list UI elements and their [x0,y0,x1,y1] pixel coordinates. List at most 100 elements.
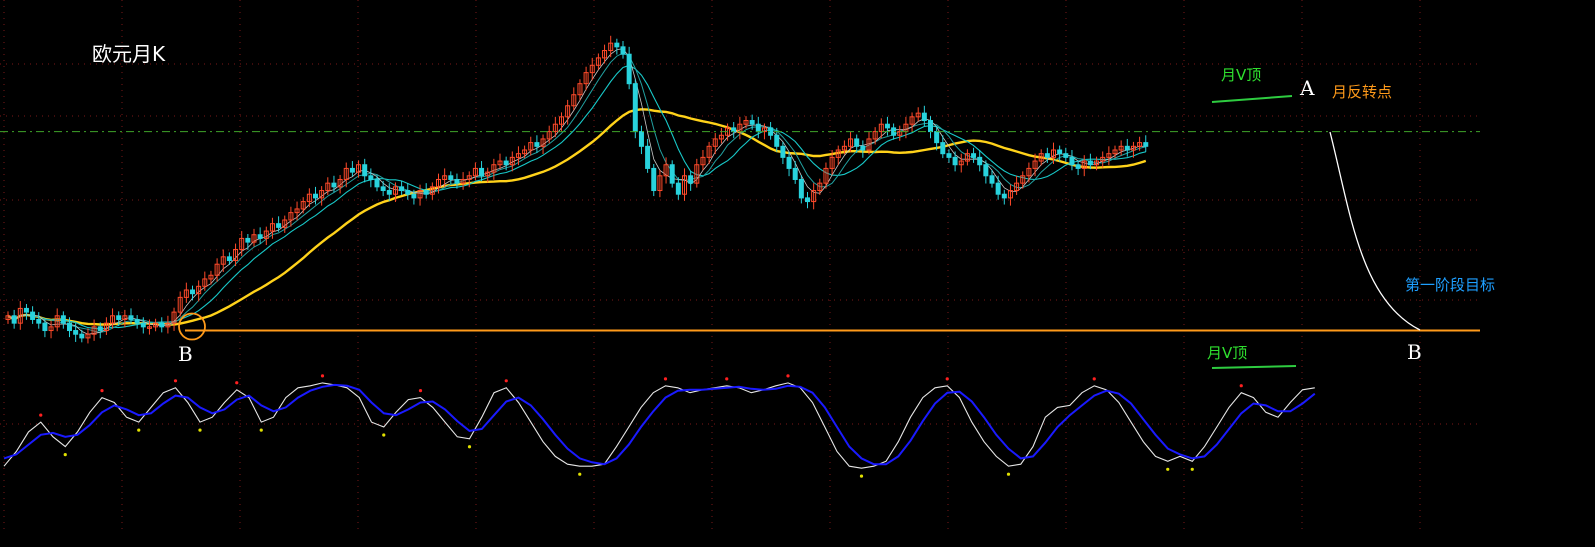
candle-down [1044,153,1050,158]
candle-down [331,182,337,188]
osc-slow-line [3,383,1316,466]
point-b-right-label: B [1407,340,1422,364]
candle-down [884,123,890,129]
candle-down [995,182,1001,195]
candle-down [1057,149,1063,155]
point-a-label: A [1300,76,1315,100]
candle-down [688,175,694,184]
candle-down [479,167,485,177]
candle-down [60,315,66,324]
candle-down [276,223,282,228]
candle-down [983,164,989,177]
v-top-upper-label: 月V顶 [1221,66,1262,84]
osc-top-marker [235,381,239,385]
ma-long-line [7,108,1147,326]
osc-bottom-marker [382,433,386,437]
candle-down [190,289,195,295]
candle-down [30,311,36,320]
candlesticks [5,35,1149,344]
candle-down [386,190,392,195]
ma-mid2-line [7,52,1146,333]
oscillator-panel [3,374,1316,478]
candle-down [620,46,626,55]
candle-down [1075,164,1081,169]
candle-down [792,167,798,180]
candle-down [669,164,675,184]
candle-down [940,142,946,155]
candle-down [780,145,786,158]
v-top-lower-label: 月V顶 [1207,344,1248,362]
osc-bottom-marker [859,474,864,478]
candle-down [786,156,792,169]
candle-down [928,120,933,133]
candle-down [946,153,952,158]
candle-down [245,237,251,243]
candle-down [755,123,761,133]
candle-down [368,175,374,180]
candle-down [626,53,632,85]
candle-down [1124,145,1130,151]
candle-down [349,167,355,173]
osc-bottom-marker [578,472,582,476]
candle-down [977,156,983,166]
osc-bottom-marker [198,428,202,432]
candle-down [42,322,48,332]
candle-down [128,315,134,320]
candle-down [632,83,638,133]
candle-down [1087,160,1093,166]
osc-top-marker [1239,384,1243,388]
candle-down [614,42,620,48]
candle-down [1063,153,1069,158]
candle-down [534,142,540,147]
osc-top-marker [39,413,43,417]
osc-top-marker [663,377,668,381]
v-top-upper-line [1211,95,1293,103]
candle-down [79,333,85,339]
candle-down [23,307,29,313]
candle-down [454,178,460,184]
osc-fast-line [3,382,1315,469]
candle-down [448,175,454,180]
candle-down [1001,193,1007,199]
osc-bottom-marker [1006,472,1011,476]
candle-down [854,138,860,147]
candle-down [798,178,804,199]
candle-down [921,112,927,122]
candle-down [159,322,165,328]
candle-down [731,127,737,133]
candle-down [313,193,318,199]
stage-target-label: 第一阶段目标 [1405,276,1496,294]
candle-down [989,175,995,184]
candle-down [134,318,140,324]
reversal-point-label: 月反转点 [1332,83,1393,101]
candle-down [423,190,429,195]
candle-down [503,160,509,166]
osc-top-marker [100,389,104,393]
candle-down [774,134,780,147]
candle-down [67,322,72,332]
osc-top-marker [945,377,949,381]
candle-down [638,131,644,147]
moving-averages [7,48,1147,335]
candle-down [380,186,386,192]
candle-down [36,318,42,324]
osc-bottom-marker [259,428,263,432]
candle-down [971,153,977,158]
candle-down [952,156,958,166]
candle-down [934,131,940,144]
candle-down [405,190,411,195]
b-point-circle [178,312,206,341]
chart-title: 欧元月K [92,42,166,66]
candle-down [399,186,405,192]
candle-down [257,234,263,239]
osc-bottom-marker [467,445,472,449]
v-top-lower-line [1211,365,1297,369]
candle-down [374,178,380,188]
candle-down [116,315,122,320]
ma-short-line [7,48,1146,335]
candle-down [226,256,232,262]
candle-down [675,182,681,195]
candle-down [362,164,368,177]
candle-down [645,145,651,169]
osc-top-marker [173,379,178,383]
